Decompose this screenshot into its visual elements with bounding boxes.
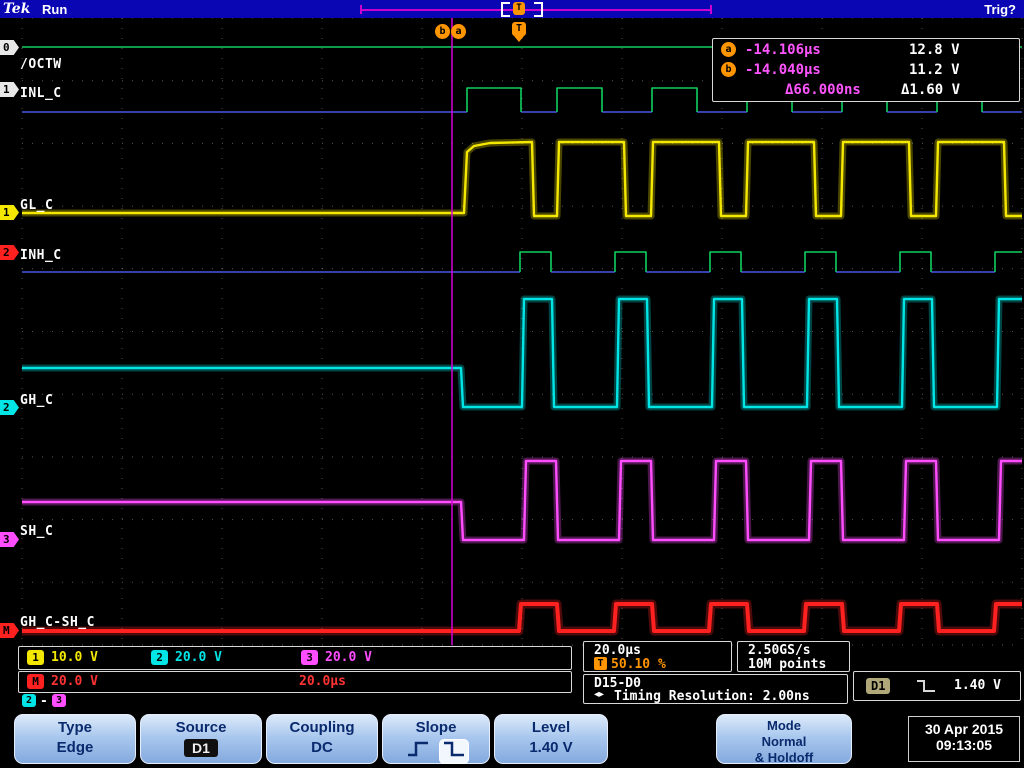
trigger-position-marker[interactable]: T [512, 22, 526, 36]
INH_C-high-trace [994, 251, 1022, 272]
trace-label-math: GH_C-SH_C [20, 615, 95, 630]
cursor-b-badge[interactable]: b [435, 24, 450, 39]
digital-bus-box: D15-D0 ◂▸ Timing Resolution: 2.00ns [583, 674, 848, 704]
INH_C-high-trace [709, 251, 742, 272]
trigger-position-readout: 50.10 % [611, 657, 666, 672]
acquisition-box: 2.50GS/s 10M points [737, 641, 850, 672]
readout-b-badge: b [721, 62, 736, 77]
menu-source-button[interactable]: Source D1 [140, 714, 262, 764]
acquisition-status: Run [42, 2, 68, 17]
record-length: 10M points [748, 657, 827, 672]
math-src-ch2-badge: 2 [22, 694, 36, 707]
math-src-ch3-badge: 3 [52, 694, 66, 707]
bottom-menu-bar: Type Edge Source D1 Coupling DC Slope Le… [0, 712, 1024, 768]
INL_C-high-trace [651, 87, 698, 112]
time-label: 09:13:05 [935, 737, 993, 753]
date-label: 30 Apr 2015 [924, 721, 1004, 737]
menu-coupling-title: Coupling [289, 719, 355, 736]
ch2-badge: 2 [151, 650, 168, 665]
math-scale-box: M 20.0 V 20.0µs [18, 671, 572, 693]
sample-rate: 2.50GS/s [748, 643, 811, 658]
cursor-a-volt: 12.8 V [909, 42, 960, 58]
menu-level-title: Level [531, 719, 571, 736]
rising-edge-icon[interactable] [404, 740, 432, 763]
SH_C-trace [22, 457, 1022, 544]
cursor-delta-time: Δ66.000ns [785, 82, 861, 98]
menu-source-title: Source [175, 719, 227, 736]
cursor-a-badge[interactable]: a [451, 24, 466, 39]
cursor-a-time: -14.106µs [745, 42, 821, 58]
math-timebase: 20.0µs [299, 674, 346, 689]
record-view-tick-left [360, 5, 362, 14]
trigger-source-badge: D1 [866, 678, 891, 694]
menu-mode-value1: Normal [761, 734, 807, 749]
trace-label-gh: GH_C [20, 393, 54, 408]
record-view-tick-right [710, 5, 712, 14]
trace-label-gl: GL_C [20, 198, 54, 213]
trigger-record-marker: T [513, 2, 525, 15]
menu-source-value-badge: D1 [184, 739, 218, 757]
trigger-level-readout: 1.40 V [954, 678, 1001, 693]
ch3-scale: 20.0 V [325, 650, 372, 665]
timing-resolution-icon: ◂▸ [594, 689, 605, 700]
trace-label-octw: /OCTW [20, 57, 62, 72]
ch3-badge: 3 [301, 650, 318, 665]
zoom-bracket-right [534, 2, 543, 17]
cursor-b-volt: 11.2 V [909, 62, 960, 78]
horizontal-box: 20.0µs T 50.10 % [583, 641, 732, 672]
math-source-row: 2 - 3 [22, 694, 102, 709]
INH_C-high-trace [899, 251, 932, 272]
trigger-icon: T [594, 657, 607, 670]
zoom-bracket-left [501, 2, 510, 17]
top-status-bar: Tek Run T Trig? [0, 0, 1024, 18]
timing-resolution: Timing Resolution: 2.00ns [614, 689, 810, 704]
cursor-delta-volt: Δ1.60 V [901, 82, 961, 98]
trace-label-inh: INH_C [20, 248, 62, 263]
readout-a-badge: a [721, 42, 736, 57]
timebase-readout: 20.0µs [594, 643, 641, 658]
menu-type-button[interactable]: Type Edge [14, 714, 136, 764]
ch2-scale: 20.0 V [175, 650, 222, 665]
menu-mode-title: Mode [767, 718, 801, 733]
cursor-readout-box: a -14.106µs 12.8 V b -14.040µs 11.2 V Δ6… [712, 38, 1020, 102]
menu-mode-button[interactable]: Mode Normal & Holdoff [716, 714, 852, 765]
cursor-b-time: -14.040µs [745, 62, 821, 78]
oscilloscope-screen: Tek Run T Trig? /OCTW INL_C GL_C INH_C G… [0, 0, 1024, 768]
INH_C-high-trace [519, 251, 552, 272]
menu-level-value: 1.40 V [529, 739, 573, 756]
menu-type-title: Type [58, 719, 92, 736]
menu-slope-title: Slope [415, 719, 457, 736]
falling-edge-icon-selected[interactable] [440, 740, 468, 763]
menu-level-button[interactable]: Level 1.40 V [494, 714, 608, 764]
channel-scales-box: 1 10.0 V 2 20.0 V 3 20.0 V [18, 646, 572, 670]
math-src-minus: - [40, 694, 48, 709]
INH_C-high-trace [614, 251, 647, 272]
trigger-source-box: D1 1.40 V [853, 671, 1021, 701]
menu-coupling-value: DC [311, 739, 333, 756]
trace-label-sh: SH_C [20, 524, 54, 539]
trace-label-inl: INL_C [20, 86, 62, 101]
trigger-status: Trig? [984, 2, 1016, 17]
tek-logo: Tek [3, 1, 31, 17]
INL_C-high-trace [466, 87, 522, 112]
falling-edge-icon [916, 678, 936, 698]
datetime-box: 30 Apr 2015 09:13:05 [908, 716, 1020, 762]
INH_C-high-trace [804, 251, 837, 272]
INL_C-high-trace [556, 87, 603, 112]
menu-type-value: Edge [56, 739, 94, 756]
menu-slope-button[interactable]: Slope [382, 714, 490, 764]
menu-mode-value2: & Holdoff [754, 750, 814, 765]
ch1-scale: 10.0 V [51, 650, 98, 665]
waveform-traces [22, 46, 1022, 636]
math-badge: M [27, 674, 44, 689]
trigger-position-pointer-icon [514, 36, 524, 42]
math-scale: 20.0 V [51, 674, 98, 689]
menu-coupling-button[interactable]: Coupling DC [266, 714, 378, 764]
ch1-badge: 1 [27, 650, 44, 665]
